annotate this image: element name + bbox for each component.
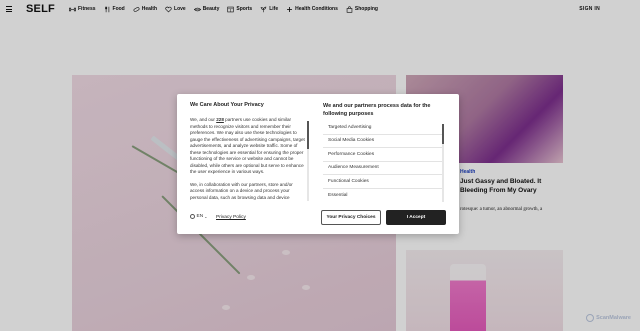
privacy-policy-link[interactable]: Privacy Policy [216, 215, 246, 220]
watermark-text: ScanMalware [596, 315, 631, 321]
description-scrollbar[interactable] [307, 121, 309, 201]
watermark-logo-icon [586, 314, 595, 322]
language-selector[interactable]: EN ⌄ [190, 214, 208, 219]
chevron-down-icon: ⌄ [204, 214, 208, 219]
purpose-item-targeted-advertising[interactable]: Targeted Advertising [323, 121, 442, 135]
consent-text-2: We, in collaboration with our partners, … [190, 181, 293, 200]
purpose-item-audience-measurement[interactable]: Audience Measurement [323, 162, 442, 175]
purposes-scrollbar[interactable] [442, 124, 444, 202]
consent-description: We, and our 228 partners use cookies and… [190, 117, 307, 200]
accept-button[interactable]: I Accept [386, 210, 446, 225]
purpose-item-functional[interactable]: Functional Cookies [323, 175, 442, 189]
watermark: ScanMalware [586, 314, 631, 322]
cookie-consent-dialog: We Care About Your Privacy We, and our 2… [177, 94, 459, 234]
purpose-item-essential[interactable]: Essential [323, 189, 442, 203]
privacy-choices-button[interactable]: Your Privacy Choices [321, 210, 381, 225]
consent-title: We Care About Your Privacy [190, 102, 264, 108]
purpose-item-social-media[interactable]: Social Media Cookies [323, 135, 442, 148]
globe-icon [190, 214, 195, 219]
purpose-list: Targeted Advertising Social Media Cookie… [323, 121, 442, 202]
purpose-item-performance[interactable]: Performance Cookies [323, 148, 442, 162]
language-label: EN [196, 214, 204, 219]
purposes-title: We and our partners process data for the… [323, 103, 431, 117]
consent-text: partners use cookies and similar methods… [190, 117, 305, 174]
partners-count-link[interactable]: 228 [216, 117, 224, 122]
consent-text: We, and our [190, 117, 217, 122]
